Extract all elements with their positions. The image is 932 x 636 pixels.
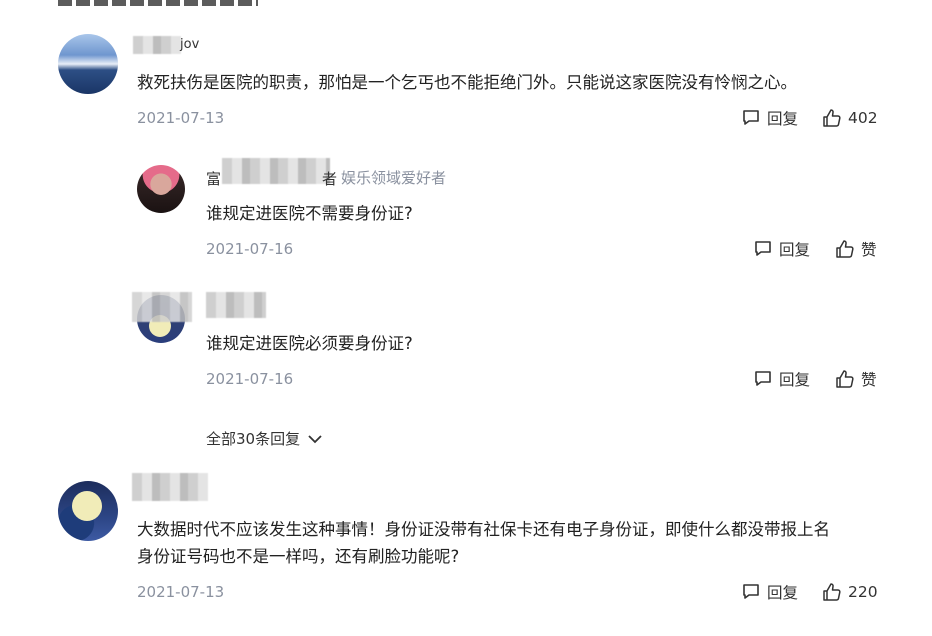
reply-date: 2021-07-16 [206, 240, 294, 258]
thumbs-up-icon [835, 239, 855, 259]
reply-date: 2021-07-16 [206, 370, 294, 388]
all-replies-label: 全部30条回复 [206, 430, 301, 448]
reply-label: 回复 [779, 241, 811, 259]
comment-date: 2021-07-13 [137, 109, 225, 127]
comment-bubble-icon [753, 369, 773, 389]
avatar[interactable] [58, 34, 118, 94]
reply-username-tail[interactable]: 者 [322, 168, 337, 189]
avatar-redacted [132, 292, 192, 322]
username-redacted [133, 36, 181, 54]
like-label: 赞 [861, 241, 877, 259]
thumbs-up-icon [822, 108, 842, 128]
reply-text: 谁规定进医院不需要身份证? [206, 204, 413, 223]
reply-button[interactable]: 回复 [741, 107, 798, 129]
like-label: 赞 [861, 371, 877, 389]
reply-text: 谁规定进医院必须要身份证? [206, 334, 413, 353]
like-button[interactable]: 402 [822, 107, 878, 129]
thumbs-up-icon [835, 369, 855, 389]
reply-username-redacted [206, 292, 266, 318]
reply-label: 回复 [767, 110, 799, 128]
comment-bubble-icon [741, 108, 761, 128]
like-count: 402 [848, 109, 878, 127]
reply-username-redacted [222, 158, 330, 184]
comment-text: 救死扶伤是医院的职责，那怕是一个乞丐也不能拒绝门外。只能说这家医院没有怜悯之心。 [137, 73, 797, 92]
chevron-down-icon [308, 434, 322, 443]
like-button[interactable]: 赞 [835, 368, 877, 390]
reply-button[interactable]: 回复 [753, 368, 810, 390]
user-tag: 娱乐领域爱好者 [341, 169, 447, 187]
all-replies-link[interactable]: 全部30条回复 [206, 428, 324, 449]
comment-1: jov 救死扶伤是医院的职责，那怕是一个乞丐也不能拒绝门外。只能说这家医院没有怜… [0, 0, 932, 636]
comment-bubble-icon [753, 239, 773, 259]
reply-avatar[interactable] [137, 165, 185, 213]
like-button[interactable]: 赞 [835, 238, 877, 260]
reply-button[interactable]: 回复 [753, 238, 810, 260]
username[interactable]: jov [180, 37, 199, 52]
reply-label: 回复 [779, 371, 811, 389]
reply-username-head[interactable]: 富 [206, 168, 221, 189]
